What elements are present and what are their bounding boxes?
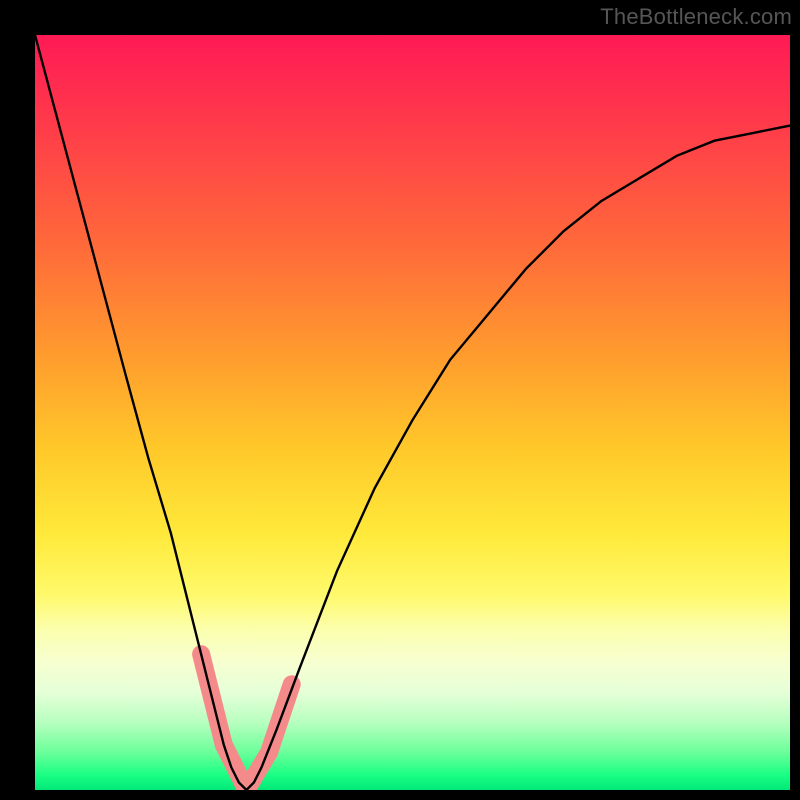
plot-svg	[35, 35, 790, 790]
plot-area	[35, 35, 790, 790]
chart-frame: TheBottleneck.com	[0, 0, 800, 800]
highlight-group	[201, 654, 292, 790]
watermark-text: TheBottleneck.com	[600, 4, 792, 30]
bottleneck-curve	[35, 35, 790, 790]
